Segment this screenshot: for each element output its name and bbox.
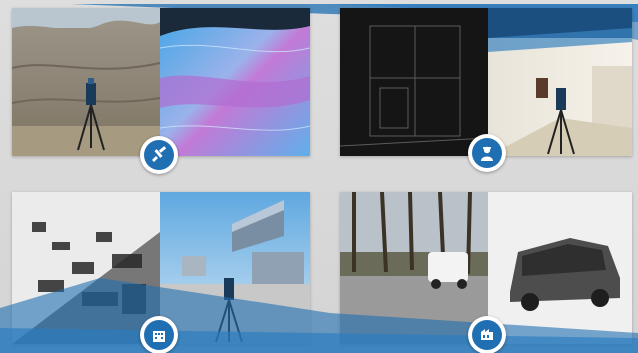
engineer-person-icon <box>472 138 502 168</box>
vehicle-factory-icon <box>472 320 502 350</box>
scanning-applications-collage <box>0 0 638 353</box>
panel-outcrop <box>12 8 310 156</box>
geologist-hammer-icon <box>144 140 174 170</box>
badge-engineer[interactable] <box>468 134 506 172</box>
badge-vehicle[interactable] <box>468 316 506 353</box>
building-icon <box>144 320 174 350</box>
badge-geology[interactable] <box>140 136 178 174</box>
badge-architecture[interactable] <box>140 316 178 353</box>
